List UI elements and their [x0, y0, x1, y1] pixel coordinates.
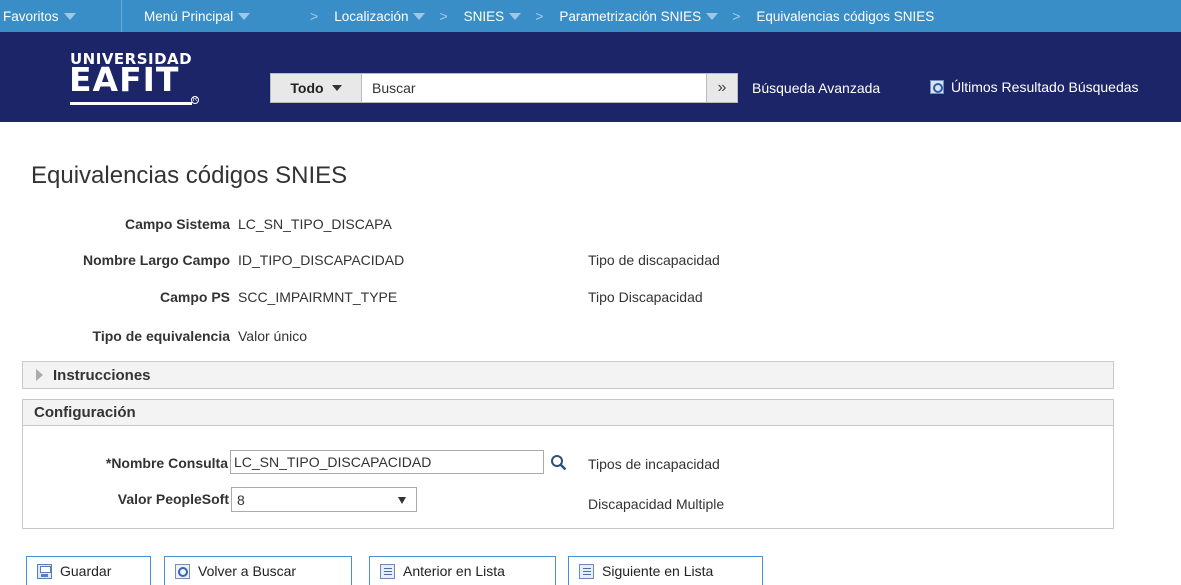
- search-bar: Todo Buscar »: [270, 73, 738, 103]
- peoplesoft-value-select[interactable]: 8: [231, 487, 417, 512]
- nombre-largo-label: Nombre Largo Campo: [82, 252, 230, 268]
- last-results-link[interactable]: Últimos Resultado Búsquedas: [930, 79, 1139, 95]
- return-search-icon: [175, 563, 190, 579]
- campo-sistema-value: LC_SN_TIPO_DISCAPA: [238, 216, 392, 232]
- main-menu[interactable]: Menú Principal: [122, 0, 302, 32]
- breadcrumb-separator: >: [439, 8, 448, 24]
- return-to-search-label: Volver a Buscar: [198, 563, 297, 579]
- chevron-down-icon: [398, 497, 406, 504]
- top-nav-bar: Favoritos Menú Principal > Localización …: [0, 0, 1181, 32]
- magnifier-icon[interactable]: [550, 454, 567, 471]
- breadcrumb-label: Parametrización SNIES: [559, 8, 702, 24]
- previous-list-icon: [380, 563, 395, 579]
- save-label: Guardar: [60, 563, 112, 579]
- campo-ps-description: Tipo Discapacidad: [588, 289, 703, 305]
- breadcrumb-separator: >: [310, 8, 319, 24]
- main-menu-label: Menú Principal: [144, 8, 234, 24]
- last-results-label: Últimos Resultado Búsquedas: [951, 79, 1139, 95]
- instructions-header[interactable]: Instrucciones: [23, 362, 1113, 388]
- favorites-label: Favoritos: [3, 8, 59, 24]
- nombre-largo-description: Tipo de discapacidad: [588, 252, 720, 268]
- breadcrumb-snies[interactable]: SNIES: [458, 0, 528, 32]
- header-band: UNIVERSIDAD EAFIT R Todo Buscar » Búsque…: [0, 32, 1181, 122]
- configuration-title: Configuración: [34, 404, 136, 421]
- save-button[interactable]: Guardar: [26, 556, 151, 585]
- configuration-header: Configuración: [23, 400, 1113, 426]
- chevron-down-icon: [706, 12, 719, 20]
- breadcrumb-separator: >: [535, 8, 544, 24]
- search-go-button[interactable]: »: [706, 73, 738, 103]
- favorites-caret-icon: [63, 12, 76, 20]
- breadcrumb-separator: >: [732, 8, 741, 24]
- return-to-search-button[interactable]: Volver a Buscar: [164, 556, 352, 585]
- logo-eafit-text: EAFIT: [69, 60, 180, 99]
- campo-ps-label: Campo PS: [159, 289, 230, 305]
- instructions-section: Instrucciones: [22, 361, 1114, 389]
- magnifier-page-icon: [930, 80, 944, 94]
- advanced-search-link[interactable]: Búsqueda Avanzada: [752, 80, 880, 96]
- breadcrumb-current: Equivalencias códigos SNIES: [750, 0, 940, 32]
- query-name-value: LC_SN_TIPO_DISCAPACIDAD: [234, 454, 432, 470]
- chevron-down-icon: [413, 12, 426, 20]
- main-menu-caret-icon: [238, 12, 251, 20]
- tipo-equivalencia-value: Valor único: [238, 328, 308, 344]
- expand-triangle-icon: [36, 369, 43, 381]
- peoplesoft-value-selected: 8: [237, 491, 245, 508]
- chevron-down-icon: [331, 85, 342, 91]
- query-name-label: *Nombre Consulta: [105, 455, 228, 471]
- floppy-disk-icon: [37, 563, 52, 579]
- search-input[interactable]: Buscar: [362, 73, 707, 103]
- search-scope-dropdown[interactable]: Todo: [270, 73, 362, 103]
- favorites-menu[interactable]: Favoritos: [0, 0, 122, 32]
- nombre-largo-value: ID_TIPO_DISCAPACIDAD: [238, 252, 405, 268]
- peoplesoft-value-label: Valor PeopleSoft: [117, 491, 229, 507]
- next-in-list-label: Siguiente en Lista: [602, 563, 714, 579]
- logo-underline: [70, 102, 192, 105]
- search-placeholder: Buscar: [372, 80, 416, 96]
- double-chevron-right-icon: »: [717, 79, 727, 96]
- breadcrumb-label: Localización: [334, 8, 409, 24]
- query-name-input[interactable]: LC_SN_TIPO_DISCAPACIDAD: [230, 450, 544, 474]
- campo-ps-value: SCC_IMPAIRMNT_TYPE: [238, 289, 398, 305]
- registered-mark-icon: R: [191, 96, 199, 104]
- query-name-description: Tipos de incapacidad: [588, 456, 720, 472]
- search-scope-label: Todo: [290, 80, 324, 96]
- breadcrumb-parametrizacion[interactable]: Parametrización SNIES: [553, 0, 724, 32]
- breadcrumb-localizacion[interactable]: Localización: [328, 0, 431, 32]
- peoplesoft-value-description: Discapacidad Multiple: [588, 496, 725, 512]
- instructions-label: Instrucciones: [53, 366, 151, 384]
- next-in-list-button[interactable]: Siguiente en Lista: [568, 556, 763, 585]
- campo-sistema-label: Campo Sistema: [124, 216, 230, 232]
- breadcrumb-label: Equivalencias códigos SNIES: [756, 8, 935, 24]
- breadcrumb-label: SNIES: [463, 8, 505, 24]
- chevron-down-icon: [509, 12, 522, 20]
- page-title: Equivalencias códigos SNIES: [31, 162, 348, 189]
- tipo-equivalencia-label: Tipo de equivalencia: [92, 328, 230, 344]
- previous-in-list-label: Anterior en Lista: [403, 563, 505, 579]
- next-list-icon: [579, 563, 594, 579]
- previous-in-list-button[interactable]: Anterior en Lista: [369, 556, 556, 585]
